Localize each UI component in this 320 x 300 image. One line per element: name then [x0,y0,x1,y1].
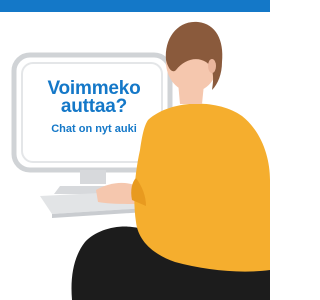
headline-line-2: auttaa? [60,96,128,117]
chat-illustration [11,21,270,300]
chat-banner[interactable]: Voimmeko auttaa? Chat on nyt auki [0,0,270,300]
chat-open-text: Chat on nyt auki [51,123,137,135]
monitor-screen-text: Voimmeko auttaa? Chat on nyt auki [30,79,158,136]
